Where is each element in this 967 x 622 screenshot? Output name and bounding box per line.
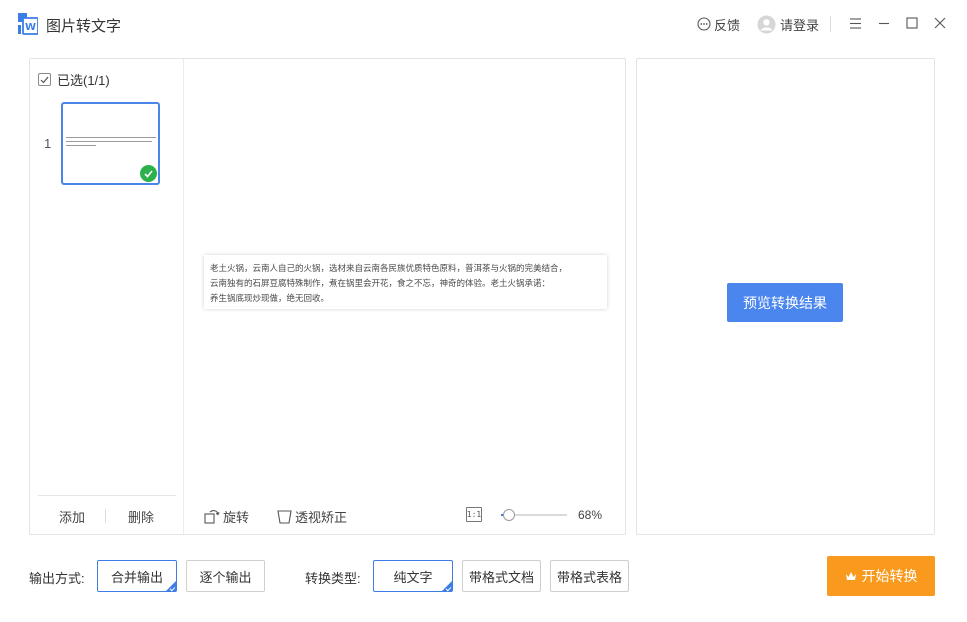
output-mode-label: 输出方式: xyxy=(29,571,85,586)
maximize-icon xyxy=(906,17,918,29)
thumbnail-actions-divider xyxy=(38,495,176,496)
feedback-button[interactable]: 反馈 xyxy=(697,13,740,35)
zoom-slider-handle[interactable] xyxy=(503,509,515,521)
zoom-level: 68% xyxy=(578,508,603,522)
title-bar: W 图片转文字 反馈 请登录 xyxy=(0,0,967,48)
formatted-table-button[interactable]: 带格式表格 xyxy=(550,560,629,592)
merge-output-button[interactable]: 合并输出 xyxy=(97,560,177,592)
thumbnail-item[interactable] xyxy=(61,102,160,185)
feedback-label: 反馈 xyxy=(714,17,741,33)
preview-result-button[interactable]: 预览转换结果 xyxy=(727,283,843,322)
preview-text-line: 云南独有的石屏豆腐特殊制作，煮在锅里会开花，食之不忘，神奇的体验。老土火锅承诺： xyxy=(210,278,551,288)
app-logo-icon: W xyxy=(18,13,38,35)
rotate-button[interactable]: 旋转 xyxy=(204,507,249,526)
svg-text:W: W xyxy=(25,22,36,33)
formatted-table-label: 带格式表格 xyxy=(556,569,622,585)
perspective-button[interactable]: 透视矫正 xyxy=(277,507,347,526)
result-panel: 预览转换结果 xyxy=(636,58,935,535)
app-title: 图片转文字 xyxy=(46,18,122,35)
thumbnail-preview xyxy=(66,137,156,149)
rotate-label: 旋转 xyxy=(223,510,250,525)
perspective-icon xyxy=(277,509,292,524)
minimize-button[interactable] xyxy=(876,15,892,31)
start-convert-button[interactable]: 开始转换 xyxy=(827,556,935,596)
select-all-checkbox[interactable]: 已选(1/1) xyxy=(38,70,110,89)
merge-output-label: 合并输出 xyxy=(110,569,163,585)
plain-text-label: 纯文字 xyxy=(393,569,433,585)
thumbnail-index: 1 xyxy=(44,136,52,151)
perspective-label: 透视矫正 xyxy=(295,510,348,525)
rotate-icon xyxy=(204,510,220,524)
menu-icon xyxy=(849,17,861,29)
titlebar-divider xyxy=(830,16,831,32)
delete-button[interactable]: 删除 xyxy=(128,507,154,526)
select-all-label: 已选(1/1) xyxy=(57,73,110,88)
menu-button[interactable] xyxy=(847,15,863,31)
start-convert-label: 开始转换 xyxy=(861,568,918,584)
minimize-icon xyxy=(879,22,889,25)
image-panel: 已选(1/1) 1 添加 删除 老土火锅，云南人自己的火锅，选材来自云南各民族优… xyxy=(29,58,626,535)
fit-size-icon[interactable]: 1:1 xyxy=(466,507,482,522)
image-preview: 老土火锅，云南人自己的火锅，选材来自云南各民族优质特色原料，普洱茶与火锅的完美结… xyxy=(204,255,607,309)
convert-type-label: 转换类型: xyxy=(305,571,361,586)
crown-icon xyxy=(845,572,856,580)
preview-text-line: 养生锅底现炒现做，绝无回收。 xyxy=(210,293,330,303)
add-button[interactable]: 添加 xyxy=(59,507,85,526)
user-avatar-icon xyxy=(757,15,776,33)
formatted-doc-label: 带格式文档 xyxy=(468,569,534,585)
maximize-button[interactable] xyxy=(904,15,920,31)
zoom-slider[interactable] xyxy=(501,509,567,521)
preview-text-line: 老土火锅，云南人自己的火锅，选材来自云南各民族优质特色原料，普洱茶与火锅的完美结… xyxy=(210,263,568,273)
close-button[interactable] xyxy=(932,15,948,31)
formatted-doc-button[interactable]: 带格式文档 xyxy=(462,560,541,592)
actions-divider xyxy=(105,509,106,523)
selected-check-icon xyxy=(140,165,157,182)
feedback-bubble-icon xyxy=(697,17,711,31)
login-label: 请登录 xyxy=(780,17,820,33)
plain-text-button[interactable]: 纯文字 xyxy=(373,560,453,592)
checkbox-check-icon xyxy=(40,76,49,83)
login-button[interactable]: 请登录 xyxy=(757,13,819,35)
separate-output-button[interactable]: 逐个输出 xyxy=(186,560,265,592)
thumbnail-list: 已选(1/1) 1 添加 删除 xyxy=(30,59,184,534)
separate-output-label: 逐个输出 xyxy=(199,569,252,585)
close-icon xyxy=(934,17,946,29)
checkbox-box xyxy=(38,73,51,86)
